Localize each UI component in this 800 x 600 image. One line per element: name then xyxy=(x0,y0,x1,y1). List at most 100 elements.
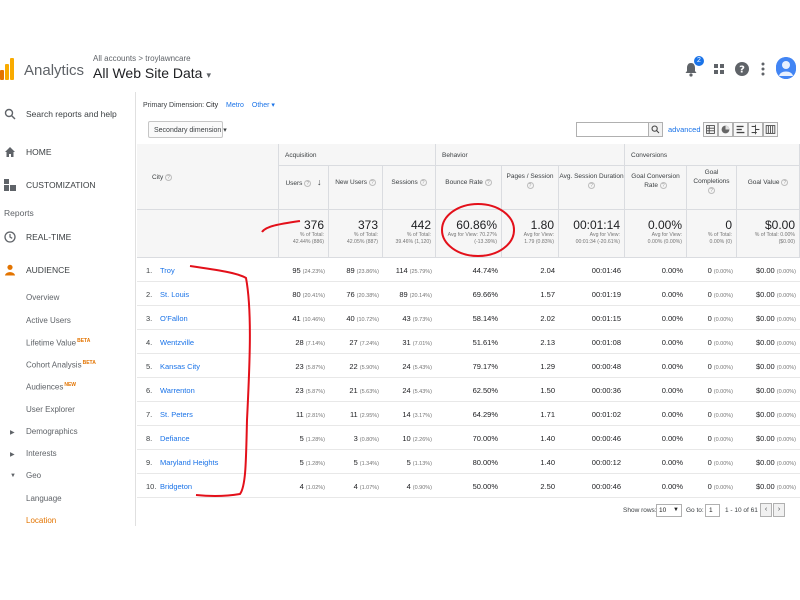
help-icon[interactable]: ? xyxy=(368,178,376,186)
total-duration-note: Avg for View: xyxy=(589,232,620,238)
sort-desc-arrow-icon[interactable]: ↓ xyxy=(317,177,322,187)
help-icon[interactable]: ? xyxy=(708,186,715,194)
cell-percent: (1.13%) xyxy=(412,461,432,467)
help-icon[interactable]: ? xyxy=(419,178,427,186)
city-link[interactable]: Kansas City xyxy=(160,362,200,371)
cell-sess: 4 (0.90%) xyxy=(383,482,432,491)
cell-percent: (1.28%) xyxy=(305,461,325,467)
cell-pages: 2.50 xyxy=(502,482,555,491)
cell-sess: 89 (20.14%) xyxy=(383,290,432,299)
cell-percent: (0.00%) xyxy=(776,413,796,419)
sidebar-subitem-interests[interactable]: Interests xyxy=(26,449,57,458)
cell-dur: 00:00:46 xyxy=(559,434,621,443)
column-header-bounce-rate[interactable]: Bounce Rate ? xyxy=(436,166,502,210)
apps-grid-icon[interactable] xyxy=(710,60,728,78)
column-header-goal-value[interactable]: Goal Value ? xyxy=(737,166,800,210)
city-link[interactable]: Troy xyxy=(160,266,175,275)
view-selector[interactable]: All Web Site Data ▾ xyxy=(93,65,211,81)
performance-view-icon[interactable] xyxy=(733,122,748,137)
goal-value-header-label: Goal Value xyxy=(747,179,780,186)
pivot-view-icon[interactable] xyxy=(763,122,778,137)
sidebar: Search reports and help HOME CUSTOMIZATI… xyxy=(0,92,136,526)
show-rows-select[interactable]: 10 ▼ xyxy=(656,504,682,517)
column-header-pages-session[interactable]: Pages / Session? xyxy=(502,166,559,210)
total-goal-comp-value: 0 xyxy=(725,218,732,232)
primary-dimension-metro[interactable]: Metro xyxy=(226,102,244,109)
help-icon[interactable]: ? xyxy=(733,60,751,78)
sidebar-subitem-audiences[interactable]: AudiencesNEW xyxy=(26,382,76,392)
cell-bounce: 51.61% xyxy=(436,338,498,347)
secondary-dimension-dropdown[interactable]: Secondary dimension ▾ xyxy=(148,121,227,138)
sidebar-subitem-active-users[interactable]: Active Users xyxy=(26,316,71,325)
customization-label: CUSTOMIZATION xyxy=(26,180,96,190)
help-icon[interactable]: ? xyxy=(526,181,534,189)
sidebar-subitem-cohort-analysis[interactable]: Cohort AnalysisBETA xyxy=(26,360,96,370)
sidebar-subitem-language[interactable]: Language xyxy=(26,494,62,503)
city-link[interactable]: O'Fallon xyxy=(160,314,188,323)
goal-conv-header-label: Goal Conversion Rate xyxy=(631,173,680,189)
sidebar-subitem-lifetime-value[interactable]: Lifetime ValueBETA xyxy=(26,338,90,348)
column-header-city[interactable]: City ? xyxy=(137,144,279,210)
user-avatar[interactable] xyxy=(776,57,796,79)
breadcrumb[interactable]: All accounts > troylawncare xyxy=(93,54,191,63)
sidebar-subitem-overview[interactable]: Overview xyxy=(26,293,59,302)
city-link[interactable]: Bridgeton xyxy=(160,482,192,491)
city-link[interactable]: Wentzville xyxy=(160,338,194,347)
city-link[interactable]: Defiance xyxy=(160,434,190,443)
analytics-logo-icon[interactable] xyxy=(0,58,14,80)
cell-percent: (1.07%) xyxy=(359,485,379,491)
help-icon[interactable]: ? xyxy=(484,178,492,186)
cell-dur: 00:01:15 xyxy=(559,314,621,323)
cell-value: 00:01:46 xyxy=(591,266,621,275)
prev-page-button[interactable]: ‹ xyxy=(760,503,772,517)
cell-value: 23 xyxy=(295,386,304,395)
cell-gc: 0 (0.00%) xyxy=(687,386,733,395)
cell-dur: 00:00:36 xyxy=(559,386,621,395)
column-header-users[interactable]: Users ? ↓ xyxy=(279,166,329,210)
column-header-goal-completions[interactable]: Goal Completions? xyxy=(687,166,737,210)
cell-gc: 0 (0.00%) xyxy=(687,362,733,371)
cell-gcr: 0.00% xyxy=(625,338,683,347)
primary-dimension-other[interactable]: Other ▾ xyxy=(252,102,275,109)
sidebar-subitem-demographics[interactable]: Demographics xyxy=(26,427,78,436)
sidebar-subitem-user-explorer[interactable]: User Explorer xyxy=(26,405,75,414)
city-link[interactable]: St. Peters xyxy=(160,410,193,419)
column-header-avg-session-duration[interactable]: Avg. Session Duration? xyxy=(559,166,625,210)
search-icon[interactable] xyxy=(648,122,663,137)
cell-value: 00:01:19 xyxy=(591,290,621,299)
cell-gcr: 0.00% xyxy=(625,314,683,323)
city-link[interactable]: Warrenton xyxy=(160,386,195,395)
cell-value: 62.50% xyxy=(472,386,498,395)
active-users-label: Active Users xyxy=(26,316,71,325)
help-icon[interactable]: ? xyxy=(304,179,312,187)
city-link[interactable]: Maryland Heights xyxy=(160,458,218,467)
city-link[interactable]: St. Louis xyxy=(160,290,189,299)
expand-arrow-icon[interactable]: ▶ xyxy=(10,429,15,436)
sidebar-subitem-location[interactable]: Location xyxy=(26,516,56,525)
comparison-view-icon[interactable] xyxy=(748,122,763,137)
sidebar-subitem-geo[interactable]: Geo xyxy=(26,471,41,480)
collapse-arrow-icon[interactable]: ▼ xyxy=(10,473,16,479)
column-header-sessions[interactable]: Sessions ? xyxy=(383,166,436,210)
help-icon[interactable]: ? xyxy=(659,181,667,189)
more-vertical-icon[interactable] xyxy=(754,60,772,78)
help-icon[interactable]: ? xyxy=(165,174,173,181)
help-icon[interactable]: ? xyxy=(781,178,789,186)
expand-arrow-icon[interactable]: ▶ xyxy=(10,451,15,458)
help-icon[interactable]: ? xyxy=(588,181,595,189)
column-header-new-users[interactable]: New Users ? xyxy=(329,166,383,210)
cell-value: 11 xyxy=(295,410,304,419)
cell-value: 0 xyxy=(707,386,712,395)
table-row: 9. Maryland Heights 5 (1.28%) 5 (1.34%) 5 (1.13… xyxy=(137,450,800,474)
goto-page-input[interactable]: 1 xyxy=(705,504,720,517)
column-header-goal-conversion-rate[interactable]: Goal Conversion Rate ? xyxy=(625,166,687,210)
primary-dimension-city[interactable]: City xyxy=(206,102,218,109)
advanced-filter-link[interactable]: advanced xyxy=(668,125,701,134)
table-search-input[interactable] xyxy=(576,122,649,137)
next-page-button[interactable]: › xyxy=(773,503,785,517)
cell-dur: 00:01:19 xyxy=(559,290,621,299)
table-view-icon[interactable] xyxy=(703,122,718,137)
cell-pages: 1.57 xyxy=(502,290,555,299)
clock-icon xyxy=(4,231,16,243)
pie-view-icon[interactable] xyxy=(718,122,733,137)
